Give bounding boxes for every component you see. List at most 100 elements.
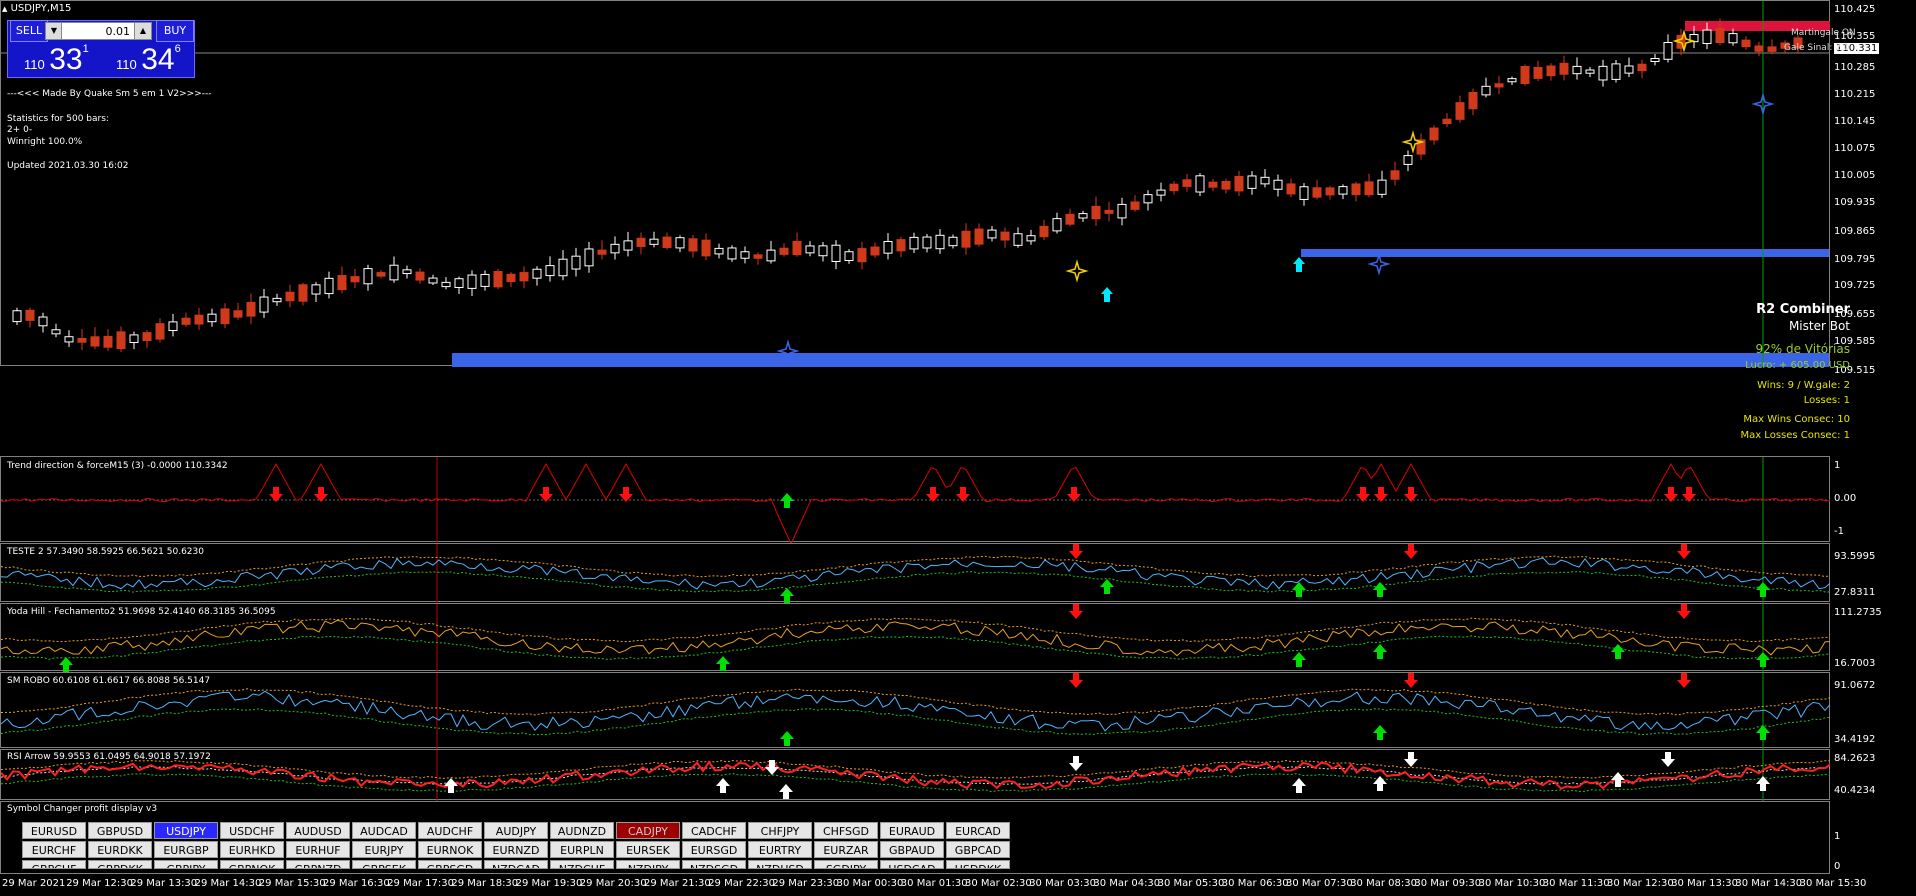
candle	[662, 236, 672, 248]
candle	[1481, 85, 1491, 96]
time-tick: 29 Mar 21:30	[644, 878, 711, 889]
band-line	[1, 765, 1831, 785]
symbol-button-usdjpy[interactable]: USDJPY	[154, 822, 218, 839]
symbol-button-gbpsgd[interactable]: GBPSGD	[418, 860, 482, 869]
symbol-button-usddkk[interactable]: USDDKK	[946, 860, 1010, 869]
symbol-button-usdcad[interactable]: USDCAD	[880, 860, 944, 869]
ask-price[interactable]: 110 346	[116, 43, 181, 77]
lot-increase-button[interactable]: ▲	[134, 22, 152, 40]
symbol-button-gbpnzd[interactable]: GBPNZD	[286, 860, 350, 869]
symbol-button-eurchf[interactable]: EURCHF	[22, 841, 86, 858]
buy-arrow-icon	[780, 731, 794, 746]
time-tick: 30 Mar 03:30	[1029, 878, 1096, 889]
indicator-axis-tick: 1	[1834, 460, 1841, 471]
stats-panel: R2 Combiner Mister Bot 92% de Vitórias L…	[1540, 300, 1850, 445]
symbol-button-eurhuf[interactable]: EURHUF	[286, 841, 350, 858]
trend-axis: 1 0.00 -1	[1830, 456, 1916, 542]
symbol-timeframe-label: USDJPY,M15	[10, 3, 72, 14]
symbol-button-eurusd[interactable]: EURUSD	[22, 822, 86, 839]
symbol-button-eurgbp[interactable]: EURGBP	[154, 841, 218, 858]
candle	[714, 247, 724, 255]
candle	[922, 236, 932, 249]
candle	[103, 335, 113, 348]
symbol-button-audchf[interactable]: AUDCHF	[418, 822, 482, 839]
candle	[818, 245, 828, 257]
symbol-button-audcad[interactable]: AUDCAD	[352, 822, 416, 839]
indicator-title-teste2: TESTE 2 57.3490 58.5925 66.5621 50.6230	[7, 547, 204, 557]
indicator-line	[1, 619, 1831, 657]
band-line	[1, 635, 1831, 660]
candle	[1286, 183, 1296, 195]
buy-arrow-icon	[780, 493, 794, 508]
symbol-button-nzdjpy[interactable]: NZDJPY	[616, 860, 680, 869]
symbol-button-eurpln[interactable]: EURPLN	[550, 841, 614, 858]
symbol-button-eurhkd[interactable]: EURHKD	[220, 841, 284, 858]
symbol-button-gbpchf[interactable]: GBPCHF	[22, 860, 86, 869]
candle	[1364, 181, 1374, 196]
symbol-button-eurnok[interactable]: EURNOK	[418, 841, 482, 858]
symbol-button-gbpcad[interactable]: GBPCAD	[946, 841, 1010, 858]
sell-arrow-icon	[269, 487, 283, 502]
symbol-button-sgdjpy[interactable]: SGDJPY	[814, 860, 878, 869]
symbol-button-nzdchf[interactable]: NZDCHF	[550, 860, 614, 869]
symbol-button-audusd[interactable]: AUDUSD	[286, 822, 350, 839]
time-axis: 29 Mar 2021 29 Mar 12:30 29 Mar 13:30 29 Ma…	[0, 874, 1916, 896]
candle	[1533, 66, 1543, 79]
sell-button[interactable]: SELL	[10, 20, 48, 42]
indicator-title-trend: Trend direction & forceM15 (3) -0.0000 1…	[7, 461, 228, 471]
symbol-button-gbpsek[interactable]: GBPSEK	[352, 860, 416, 869]
time-tick: 30 Mar 05:30	[1157, 878, 1225, 889]
symbol-button-eurjpy[interactable]: EURJPY	[352, 841, 416, 858]
candle	[493, 271, 503, 288]
symbol-button-eursgd[interactable]: EURSGD	[682, 841, 746, 858]
symbol-button-eursek[interactable]: EURSEK	[616, 841, 680, 858]
symbol-button-gbpdkk[interactable]: GBPDKK	[88, 860, 152, 869]
time-tick: 29 Mar 18:30	[451, 878, 519, 889]
indicator-pane-teste2[interactable]	[0, 543, 1831, 603]
symbol-button-eurzar[interactable]: EURZAR	[814, 841, 878, 858]
symbol-button-euraud[interactable]: EURAUD	[880, 822, 944, 839]
smrobo-canvas	[1, 673, 1831, 749]
indicator-pane-trend[interactable]	[0, 456, 1831, 543]
symbol-button-nzdusd[interactable]: NZDUSD	[748, 860, 812, 869]
candle	[38, 316, 48, 327]
bid-price[interactable]: 110 331	[24, 43, 89, 77]
symbol-button-cadchf[interactable]: CADCHF	[682, 822, 746, 839]
indicator-pane-smrobo[interactable]	[0, 672, 1831, 749]
symbol-button-chfsgd[interactable]: CHFSGD	[814, 822, 878, 839]
symbol-button-nzdsgd[interactable]: NZDSGD	[682, 860, 746, 869]
candle	[688, 238, 698, 252]
symbol-button-gbpjpy[interactable]: GBPJPY	[154, 860, 218, 869]
symbol-button-eurdkk[interactable]: EURDKK	[88, 841, 152, 858]
symbol-button-gbpaud[interactable]: GBPAUD	[880, 841, 944, 858]
candle	[1052, 218, 1062, 232]
candle	[467, 274, 477, 289]
symbol-button-cadjpy[interactable]: CADJPY	[616, 822, 680, 839]
symbol-button-gbpnok[interactable]: GBPNOK	[220, 860, 284, 869]
symbol-button-nzdcad[interactable]: NZDCAD	[484, 860, 548, 869]
candle	[441, 281, 451, 288]
symbol-button-eurnzd[interactable]: EURNZD	[484, 841, 548, 858]
candle	[272, 297, 282, 303]
time-tick: 30 Mar 08:30	[1350, 878, 1417, 889]
symbol-button-audjpy[interactable]: AUDJPY	[484, 822, 548, 839]
buy-arrow-icon	[1373, 725, 1387, 740]
candle	[194, 314, 204, 325]
indicator-pane-rsi[interactable]	[0, 749, 1831, 801]
candle	[805, 245, 815, 254]
buy-button[interactable]: BUY	[156, 20, 194, 42]
one-click-trading-panel[interactable]: SELL ▼ 0.01 ▲ BUY 110 331 110 346	[7, 20, 195, 78]
candle	[415, 271, 425, 281]
symbol-button-gbpusd[interactable]: GBPUSD	[88, 822, 152, 839]
indicator-title-symbol-changer: Symbol Changer profit display v3	[7, 804, 158, 814]
candle	[350, 276, 360, 283]
panel-subtitle: Mister Bot	[1788, 319, 1850, 333]
candle	[298, 284, 308, 302]
indicator-axis-tick: 27.8311	[1834, 587, 1876, 598]
symbol-button-eurtry[interactable]: EURTRY	[748, 841, 812, 858]
symbol-button-usdchf[interactable]: USDCHF	[220, 822, 284, 839]
symbol-button-chfjpy[interactable]: CHFJPY	[748, 822, 812, 839]
symbol-button-eurcad[interactable]: EURCAD	[946, 822, 1010, 839]
symbol-button-audnzd[interactable]: AUDNZD	[550, 822, 614, 839]
candle	[1637, 63, 1647, 72]
